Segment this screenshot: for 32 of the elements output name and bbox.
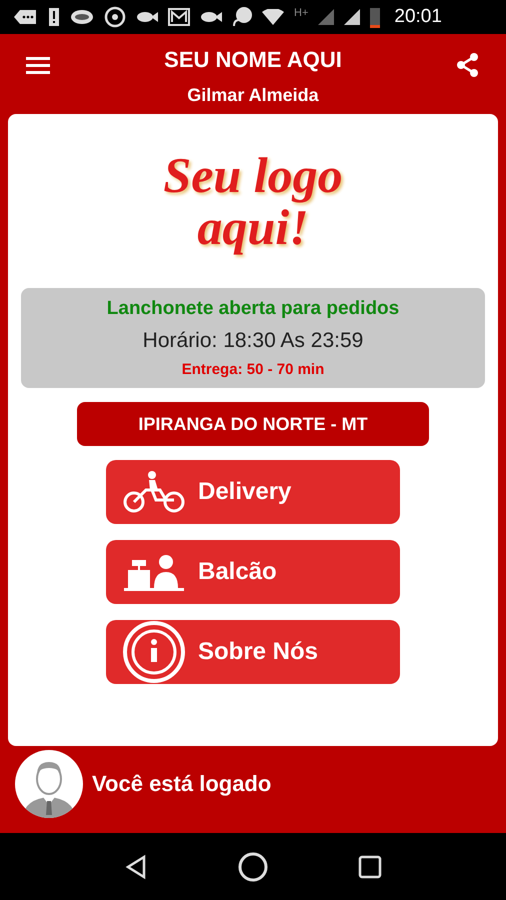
info-icon [122, 620, 186, 684]
notification-icon [14, 8, 38, 26]
recents-button[interactable] [358, 854, 382, 878]
alert-icon [48, 7, 60, 27]
home-button[interactable] [236, 850, 269, 882]
menu-option-button[interactable]: Delivery [106, 460, 400, 524]
mail-icon [168, 7, 190, 27]
signal-icon [344, 9, 360, 25]
clock: 20:01 [394, 4, 442, 29]
open-status: Lanchonete aberta para pedidos [106, 296, 400, 321]
app-title: SEU NOME AQUI [164, 46, 342, 74]
back-button[interactable] [124, 854, 148, 880]
fish-icon [200, 10, 222, 24]
location-badge: IPIRANGA DO NORTE - MT [77, 402, 429, 446]
chat-icon [232, 6, 252, 28]
battery-icon [370, 6, 380, 28]
logo-text: Seu logo [163, 148, 343, 201]
network-type: H+ [294, 6, 308, 21]
cashier-icon [122, 552, 186, 592]
avatar-icon [14, 748, 84, 818]
login-status: Você está logado [92, 770, 272, 798]
motorcycle-icon [122, 470, 186, 514]
signal-icon [318, 9, 334, 25]
menu-option-button[interactable]: Balcão [106, 540, 400, 604]
fish-bowl-icon [70, 8, 94, 26]
menu-option-button[interactable]: Sobre Nós [106, 620, 400, 684]
wifi-icon [262, 9, 284, 25]
fish-icon [136, 10, 158, 24]
ball-icon [104, 6, 126, 28]
user-name: Gilmar Almeida [187, 84, 319, 107]
opening-hours: Horário: 18:30 As 23:59 [142, 328, 364, 354]
delivery-time: Entrega: 50 - 70 min [182, 360, 324, 380]
